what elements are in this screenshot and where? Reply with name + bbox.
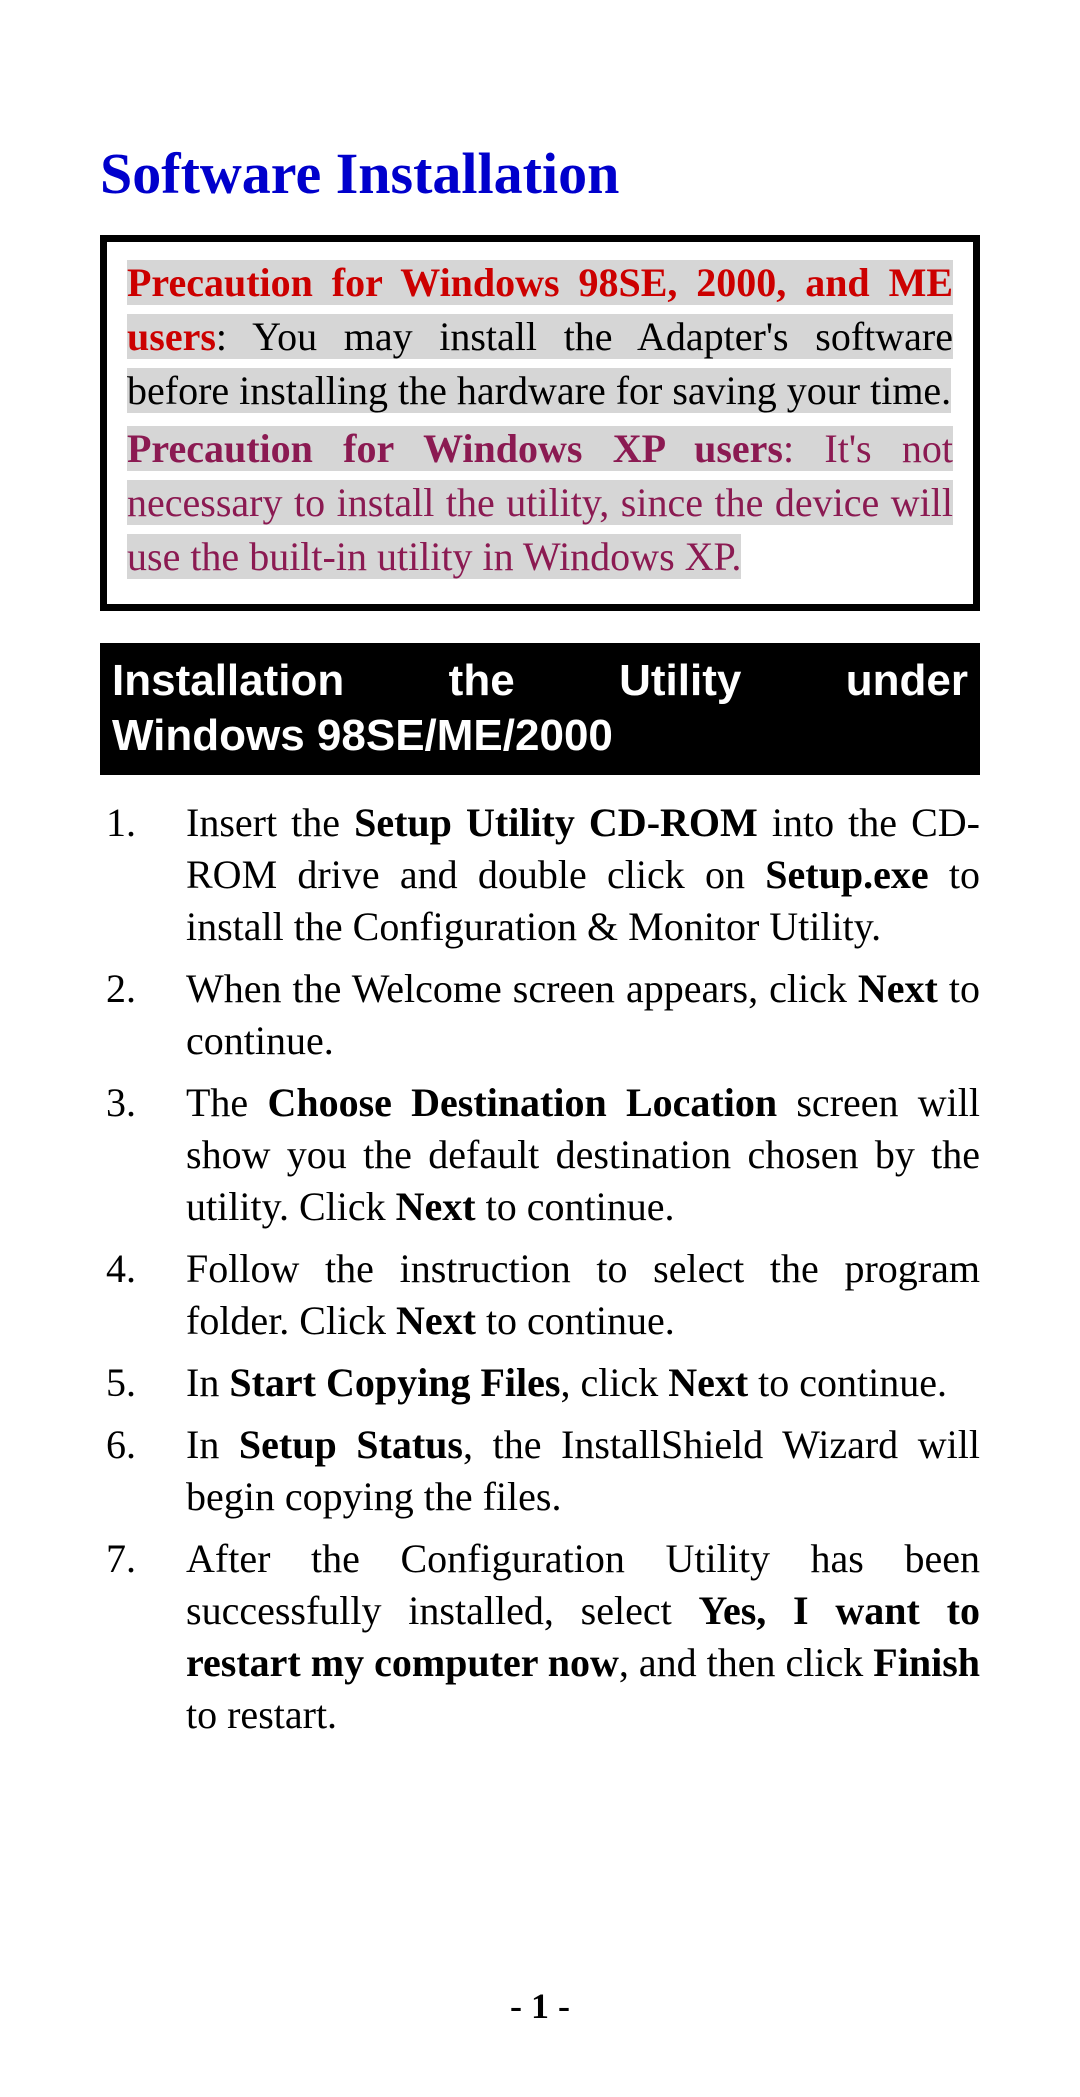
step-bold: Finish bbox=[873, 1640, 980, 1685]
step-text: to restart. bbox=[186, 1692, 337, 1737]
step-item: In Setup Status, the InstallShield Wizar… bbox=[100, 1419, 980, 1523]
step-text: , click bbox=[560, 1360, 668, 1405]
precaution-xp: Precaution for Windows XP users: It's no… bbox=[127, 422, 953, 584]
step-bold: Next bbox=[858, 966, 938, 1011]
step-text: In bbox=[186, 1422, 239, 1467]
step-text: In bbox=[186, 1360, 229, 1405]
step-text: When the Welcome screen appears, click bbox=[186, 966, 858, 1011]
steps-list: Insert the Setup Utility CD-ROM into the… bbox=[100, 797, 980, 1741]
step-bold: Start Copying Files bbox=[229, 1360, 560, 1405]
step-bold: Setup Status bbox=[239, 1422, 463, 1467]
step-item: Insert the Setup Utility CD-ROM into the… bbox=[100, 797, 980, 953]
section-header-line2: Windows 98SE/ME/2000 bbox=[112, 708, 968, 763]
step-item: The Choose Destination Location screen w… bbox=[100, 1077, 980, 1233]
step-text: The bbox=[186, 1080, 267, 1125]
step-item: In Start Copying Files, click Next to co… bbox=[100, 1357, 980, 1409]
step-bold: Next bbox=[668, 1360, 748, 1405]
step-bold: Next bbox=[396, 1184, 476, 1229]
step-bold: Setup Utility CD-ROM bbox=[354, 800, 758, 845]
section-header-line1: Installation the Utility under bbox=[112, 656, 968, 705]
step-text: to continue. bbox=[748, 1360, 947, 1405]
precaution-98se-text: : You may install the Adapter's software… bbox=[127, 314, 953, 413]
step-bold: Next bbox=[396, 1298, 476, 1343]
step-text: to continue. bbox=[476, 1298, 675, 1343]
precaution-box: Precaution for Windows 98SE, 2000, and M… bbox=[100, 235, 980, 611]
step-bold: Setup.exe bbox=[765, 852, 928, 897]
step-text: to continue. bbox=[476, 1184, 675, 1229]
step-item: After the Configuration Utility has been… bbox=[100, 1533, 980, 1741]
step-item: When the Welcome screen appears, click N… bbox=[100, 963, 980, 1067]
page-number: - 1 - bbox=[0, 1985, 1080, 2027]
page-title: Software Installation bbox=[100, 140, 980, 207]
precaution-98se: Precaution for Windows 98SE, 2000, and M… bbox=[127, 256, 953, 418]
step-item: Follow the instruction to select the pro… bbox=[100, 1243, 980, 1347]
step-text: , and then click bbox=[619, 1640, 873, 1685]
step-bold: Choose Destination Location bbox=[267, 1080, 777, 1125]
section-header: Installation the Utility under Windows 9… bbox=[100, 643, 980, 775]
precaution-xp-label: Precaution for Windows XP users bbox=[127, 426, 783, 471]
step-text: Insert the bbox=[186, 800, 354, 845]
